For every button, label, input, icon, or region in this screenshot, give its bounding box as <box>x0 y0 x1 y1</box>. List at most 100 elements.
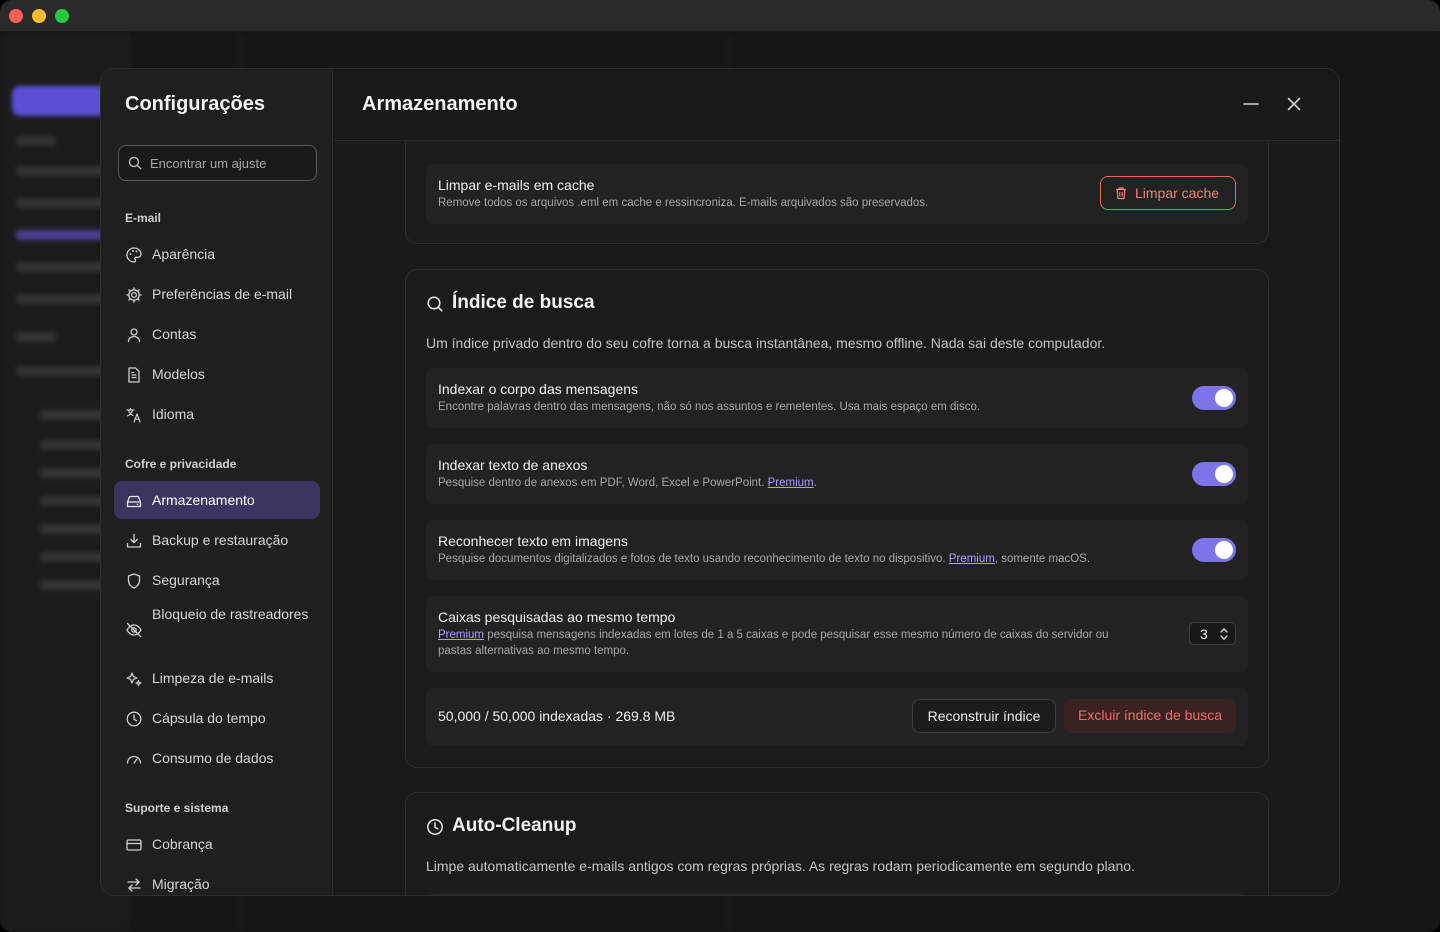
nav-item-email-cleanup[interactable]: Limpeza de e-mails <box>114 659 320 697</box>
credit-card-icon <box>126 839 142 851</box>
nav-item-storage[interactable]: Armazenamento <box>114 481 320 519</box>
app-window: Configurações E-mail Aparência Preferênc… <box>0 0 1440 932</box>
nav-item-tracker-blocking[interactable]: Bloqueio de rastreadores <box>114 601 320 657</box>
minimize-icon[interactable] <box>1242 95 1260 113</box>
auto-cleanup-title: Auto-Cleanup <box>452 815 577 836</box>
settings-search[interactable] <box>118 145 317 181</box>
clock-icon <box>427 819 443 835</box>
background-compose-button <box>12 86 108 116</box>
nav-item-templates[interactable]: Modelos <box>114 355 320 393</box>
clear-cache-title: Limpar e-mails em cache <box>438 177 595 193</box>
nav-item-backup[interactable]: Backup e restauração <box>114 521 320 559</box>
nav-label: Modelos <box>152 366 205 382</box>
cache-card: Limpar e-mails em cache Remove todos os … <box>405 141 1269 244</box>
premium-link[interactable]: Premium <box>438 629 484 641</box>
close-window-button[interactable] <box>9 9 23 23</box>
nav-item-language[interactable]: Idioma <box>114 395 320 433</box>
eye-off-icon <box>126 622 142 638</box>
nav-item-appearance[interactable]: Aparência <box>114 235 320 273</box>
index-body-title: Indexar o corpo das mensagens <box>438 381 639 397</box>
nav-label: Armazenamento <box>152 492 255 508</box>
auto-cleanup-card: Auto-Cleanup Limpe automaticamente e-mai… <box>405 792 1269 895</box>
zoom-window-button[interactable] <box>55 9 69 23</box>
section-heading-email: E-mail <box>125 211 162 225</box>
nav-label: Preferências de e-mail <box>152 286 293 302</box>
translate-icon <box>126 407 141 423</box>
user-icon <box>127 328 141 343</box>
settings-sidebar: Configurações E-mail Aparência Preferênc… <box>101 69 333 895</box>
auto-cleanup-heading: Auto-Cleanup <box>426 815 726 839</box>
gear-icon <box>126 287 142 303</box>
nav-item-migration[interactable]: Migração <box>114 865 320 895</box>
ocr-images-desc: Pesquise documentos digitalizados e foto… <box>438 553 1091 565</box>
index-attachments-desc: Pesquise dentro de anexos em PDF, Word, … <box>438 477 817 489</box>
title-bar <box>0 0 1440 32</box>
clear-cache-label: Limpar cache <box>1135 185 1220 201</box>
premium-link[interactable]: Premium <box>949 553 995 565</box>
concurrent-mailboxes-title: Caixas pesquisadas ao mesmo tempo <box>438 609 676 625</box>
index-body-toggle[interactable] <box>1192 386 1236 410</box>
section-heading-support: Suporte e sistema <box>125 801 229 815</box>
stepper-value: 3 <box>1200 626 1208 642</box>
delete-index-button[interactable]: Excluir índice de busca <box>1064 699 1236 733</box>
nav-label: Contas <box>152 326 197 342</box>
search-icon <box>128 156 142 170</box>
search-index-card: Índice de busca Um índice privado dentro… <box>405 269 1269 768</box>
ocr-images-toggle[interactable] <box>1192 538 1236 562</box>
nav-label: Cobrança <box>152 836 213 852</box>
nav-item-accounts[interactable]: Contas <box>114 315 320 353</box>
nav-label: Migração <box>152 876 210 892</box>
chevron-up-down-icon[interactable] <box>1219 627 1229 641</box>
page-title: Armazenamento <box>362 93 518 115</box>
nav-label: Limpeza de e-mails <box>152 670 274 686</box>
clear-cache-row: Limpar e-mails em cache Remove todos os … <box>426 164 1248 224</box>
rebuild-index-button[interactable]: Reconstruir índice <box>912 699 1056 733</box>
nav-item-billing[interactable]: Cobrança <box>114 825 320 863</box>
close-icon[interactable] <box>1285 95 1303 113</box>
nav-label: Bloqueio de rastreadores <box>152 606 309 622</box>
nav-label: Aparência <box>152 246 216 262</box>
nav-label: Cápsula do tempo <box>152 710 266 726</box>
index-attachments-row: Indexar texto de anexos Pesquise dentro … <box>426 444 1248 504</box>
nav-label: Segurança <box>152 572 220 588</box>
document-icon <box>128 367 140 383</box>
concurrent-mailboxes-stepper[interactable]: 3 <box>1189 622 1236 645</box>
section-heading-vault: Cofre e privacidade <box>125 457 237 471</box>
settings-dialog: Configurações E-mail Aparência Preferênc… <box>100 68 1340 896</box>
concurrent-mailboxes-row: Caixas pesquisadas ao mesmo tempo Premiu… <box>426 596 1248 672</box>
arrows-swap-icon <box>127 878 141 892</box>
gauge-icon <box>126 755 142 764</box>
search-index-heading: Índice de busca <box>426 292 726 316</box>
ocr-images-title: Reconhecer texto em imagens <box>438 533 628 549</box>
nav-item-security[interactable]: Segurança <box>114 561 320 599</box>
nav-item-data-usage[interactable]: Consumo de dados <box>114 739 320 777</box>
index-status-row: 50,000 / 50,000 indexadas · 269.8 MB Rec… <box>426 688 1248 746</box>
index-status-text: 50,000 / 50,000 indexadas · 269.8 MB <box>438 708 676 724</box>
minimize-window-button[interactable] <box>32 9 46 23</box>
content-header: Armazenamento <box>334 69 1339 141</box>
settings-content: Armazenamento Limpar e-mails em cache Re… <box>334 69 1339 895</box>
content-scroll-area[interactable]: Limpar e-mails em cache Remove todos os … <box>334 141 1339 895</box>
trash-icon <box>1116 187 1126 200</box>
ocr-images-row: Reconhecer texto em imagens Pesquise doc… <box>426 520 1248 580</box>
nav-item-time-capsule[interactable]: Cápsula do tempo <box>114 699 320 737</box>
index-attachments-toggle[interactable] <box>1192 462 1236 486</box>
clear-cache-button[interactable]: Limpar cache <box>1100 176 1236 210</box>
sparkles-icon <box>126 672 142 687</box>
nav-item-email-preferences[interactable]: Preferências de e-mail <box>114 275 320 313</box>
nav-label: Idioma <box>152 406 195 422</box>
search-icon <box>427 296 443 312</box>
premium-link[interactable]: Premium <box>768 477 814 489</box>
clear-cache-desc: Remove todos os arquivos .eml em cache e… <box>438 197 929 209</box>
palette-icon <box>126 247 142 263</box>
index-body-desc: Encontre palavras dentro das mensagens, … <box>438 401 981 413</box>
hard-drive-icon <box>126 495 142 508</box>
auto-cleanup-desc: Limpe automaticamente e-mails antigos co… <box>426 858 1135 874</box>
download-tray-icon <box>126 533 142 548</box>
auto-cleanup-first-row <box>426 893 1248 895</box>
concurrent-mailboxes-desc: Premium pesquisa mensagens indexadas em … <box>438 629 1109 657</box>
search-index-title: Índice de busca <box>452 292 595 313</box>
settings-search-input[interactable] <box>150 146 310 180</box>
search-index-desc: Um índice privado dentro do seu cofre to… <box>426 335 1106 351</box>
index-attachments-title: Indexar texto de anexos <box>438 457 588 473</box>
